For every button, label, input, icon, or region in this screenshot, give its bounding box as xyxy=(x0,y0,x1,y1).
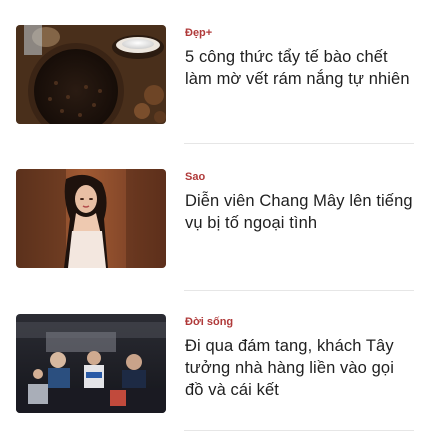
article-card[interactable]: Đời sống Đi qua đám tang, khách Tây tưởn… xyxy=(16,314,414,413)
article-text: Đẹp+ 5 công thức tẩy tế bào chết làm mờ … xyxy=(185,25,414,90)
article-thumbnail-coffee-scrub[interactable] xyxy=(16,25,166,124)
article-text: Đời sống Đi qua đám tang, khách Tây tưởn… xyxy=(185,314,414,401)
article-category[interactable]: Đẹp+ xyxy=(185,26,414,40)
article-feed: Đẹp+ 5 công thức tẩy tế bào chết làm mờ … xyxy=(0,0,430,435)
article-card[interactable]: Sao Diễn viên Chang Mây lên tiếng vụ bị … xyxy=(16,169,414,268)
article-card[interactable]: Đẹp+ 5 công thức tẩy tế bào chết làm mờ … xyxy=(16,25,414,124)
article-thumbnail-funeral-crowd[interactable] xyxy=(16,314,166,413)
article-headline[interactable]: Diễn viên Chang Mây lên tiếng vụ bị tố n… xyxy=(185,190,414,234)
article-headline[interactable]: Đi qua đám tang, khách Tây tưởng nhà hàn… xyxy=(185,335,414,401)
divider xyxy=(184,143,414,144)
divider xyxy=(184,290,414,291)
article-headline[interactable]: 5 công thức tẩy tế bào chết làm mờ vết r… xyxy=(185,46,414,90)
article-category[interactable]: Sao xyxy=(185,170,414,184)
article-text: Sao Diễn viên Chang Mây lên tiếng vụ bị … xyxy=(185,169,414,234)
article-thumbnail-actress[interactable] xyxy=(16,169,166,268)
divider xyxy=(184,430,414,431)
article-category[interactable]: Đời sống xyxy=(185,315,414,329)
